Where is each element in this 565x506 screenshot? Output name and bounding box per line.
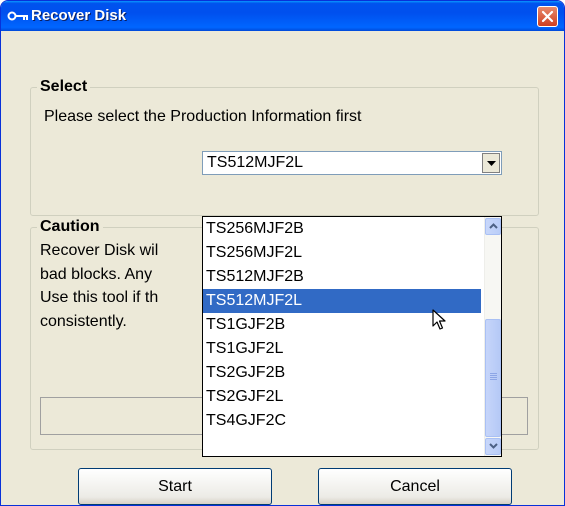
list-scrollbar[interactable]	[484, 217, 501, 456]
list-item[interactable]: TS512MJF2B	[203, 265, 481, 289]
select-legend: Select	[40, 78, 88, 95]
close-icon	[541, 10, 554, 23]
list-item[interactable]: TS4GJF2C	[203, 409, 481, 433]
list-item[interactable]: TS2GJF2L	[203, 385, 481, 409]
chevron-down-icon	[489, 443, 498, 449]
caution-line: consistently.	[40, 313, 127, 330]
start-button[interactable]: Start	[78, 468, 272, 505]
list-item[interactable]: TS256MJF2L	[203, 241, 481, 265]
mouse-cursor-icon	[432, 309, 446, 330]
title-bar[interactable]: Recover Disk	[1, 1, 564, 31]
chevron-up-icon	[489, 223, 498, 229]
dropdown-button[interactable]	[482, 153, 500, 173]
product-select[interactable]: TS512MJF2L	[202, 151, 502, 175]
dialog-body: Select Please select the Production Info…	[4, 31, 561, 505]
key-icon	[7, 11, 28, 21]
caution-line: Recover Disk wil	[40, 242, 159, 259]
select-instruction: Please select the Production Information…	[44, 108, 362, 125]
product-dropdown-list[interactable]: TS256MJF2B TS256MJF2L TS512MJF2B TS512MJ…	[202, 216, 502, 457]
recover-disk-window: Recover Disk Select Please select the Pr…	[0, 0, 565, 506]
scroll-up-button[interactable]	[485, 218, 501, 235]
product-select-value: TS512MJF2L	[207, 154, 304, 171]
chevron-down-icon	[487, 161, 496, 166]
caution-line: Use this tool if th	[40, 289, 159, 306]
close-button[interactable]	[537, 6, 558, 27]
list-item[interactable]: TS2GJF2B	[203, 361, 481, 385]
caution-legend: Caution	[40, 218, 100, 235]
list-item[interactable]: TS1GJF2L	[203, 337, 481, 361]
cancel-button[interactable]: Cancel	[318, 468, 512, 505]
scroll-down-button[interactable]	[485, 438, 501, 455]
list-item[interactable]: TS256MJF2B	[203, 217, 481, 241]
select-group: Select	[30, 78, 539, 216]
window-title: Recover Disk	[31, 7, 127, 24]
scroll-thumb[interactable]	[485, 319, 501, 437]
caution-line: bad blocks. Any	[40, 266, 153, 283]
